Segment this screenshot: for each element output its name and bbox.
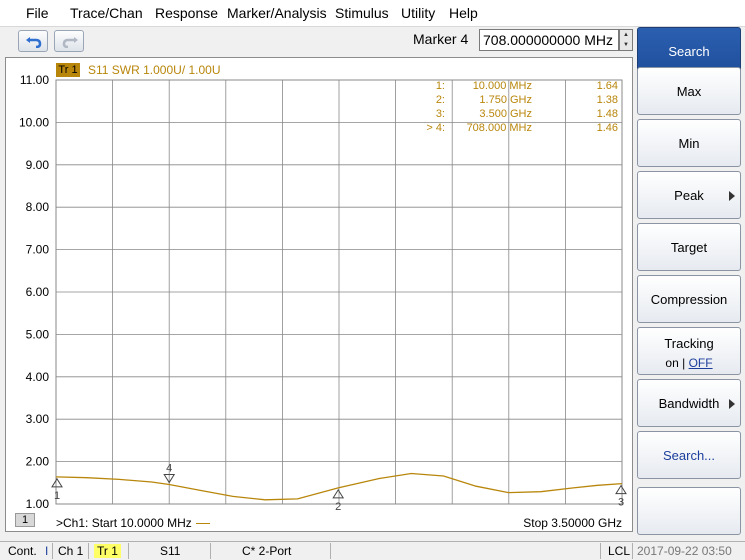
active-marker-label: Marker 4 — [413, 31, 469, 47]
target-softkey-label: Target — [670, 240, 708, 255]
marker-3[interactable]: 3 — [615, 484, 627, 509]
marker-readout-idx: > 4: — [426, 122, 445, 134]
status-channel: Ch 1 — [58, 544, 84, 558]
tracking-off: OFF — [688, 356, 713, 370]
marker-label: 3 — [618, 497, 624, 509]
max-softkey[interactable]: Max — [637, 67, 741, 115]
status-trace: Tr 1 — [94, 544, 121, 558]
y-tick-label: 4.00 — [26, 370, 50, 384]
compression-softkey[interactable]: Compression — [637, 275, 741, 323]
marker-triangle-icon — [615, 484, 627, 495]
start-frequency-text: >Ch1: Start 10.0000 MHz — [56, 516, 192, 530]
marker-1[interactable]: 1 — [51, 477, 63, 502]
max-softkey-label: Max — [676, 84, 702, 99]
min-softkey-label: Min — [678, 136, 700, 151]
bandwidth-softkey-label: Bandwidth — [658, 396, 720, 411]
marker-label: 2 — [335, 501, 341, 513]
status-lcl: LCL — [608, 544, 631, 558]
marker-readout-freq: 1.750 GHz — [479, 94, 532, 106]
bandwidth-softkey[interactable]: Bandwidth — [637, 379, 741, 427]
y-tick-label: 10.00 — [19, 115, 49, 129]
status-cont: Cont. — [8, 544, 37, 558]
empty-softkey[interactable] — [637, 487, 741, 535]
marker-readout-idx: 2: — [435, 94, 445, 106]
marker-label: 4 — [166, 462, 172, 474]
marker-readout-val: 1.64 — [596, 80, 618, 92]
y-tick-label: 9.00 — [26, 158, 50, 172]
search-range-softkey[interactable]: Search... — [637, 431, 741, 479]
undo-button[interactable] — [18, 30, 48, 52]
trace-plot: 11.0010.009.008.007.006.005.004.003.002.… — [19, 73, 627, 513]
marker-readout-idx: 1: — [435, 80, 445, 92]
menu-stimulus[interactable]: Stimulus — [335, 5, 389, 21]
y-tick-label: 1.00 — [26, 497, 50, 511]
status-parameter: S11 — [160, 544, 181, 558]
y-tick-label: 8.00 — [26, 200, 50, 214]
submenu-arrow-icon — [729, 191, 735, 201]
search-range-softkey-label: Search... — [662, 448, 716, 463]
marker-readout-idx: 3: — [435, 108, 445, 120]
trace-legend-line — [195, 523, 210, 525]
y-tick-label: 6.00 — [26, 285, 50, 299]
y-tick-label: 3.00 — [26, 412, 50, 426]
tracking-on: on — [665, 356, 679, 370]
marker-triangle-icon — [332, 488, 345, 499]
spin-up-icon[interactable]: ▲ — [620, 30, 632, 40]
trace-tag[interactable]: Tr 1 — [56, 63, 80, 77]
menu-marker-analysis[interactable]: Marker/Analysis — [227, 5, 327, 21]
toolbar: Marker 4 708.000000000 MHz ▲ ▼ — [0, 27, 634, 56]
menu-utility[interactable]: Utility — [401, 5, 435, 21]
marker-readout-freq: 708.000 MHz — [466, 122, 532, 134]
marker-readout-freq: 10.000 MHz — [472, 80, 532, 92]
menu-bar: File Trace/Chan Response Marker/Analysis… — [0, 0, 745, 27]
menu-response[interactable]: Response — [155, 5, 218, 21]
status-calibration: C* 2-Port — [242, 544, 292, 558]
stop-frequency: Stop 3.50000 GHz — [523, 516, 622, 530]
y-tick-label: 11.00 — [20, 73, 49, 87]
marker-frequency-spinner[interactable]: ▲ ▼ — [619, 29, 633, 51]
min-softkey[interactable]: Min — [637, 119, 741, 167]
peak-softkey[interactable]: Peak — [637, 171, 741, 219]
trace-info: S11 SWR 1.000U/ 1.00U — [88, 63, 221, 77]
marker-readout-val: 1.48 — [596, 108, 618, 120]
marker-label: 1 — [54, 490, 60, 502]
start-frequency: >Ch1: Start 10.0000 MHz — [56, 516, 210, 530]
redo-button[interactable] — [54, 30, 84, 52]
y-tick-label: 5.00 — [26, 327, 50, 341]
marker-2[interactable]: 2 — [332, 488, 345, 513]
softkey-panel: Search Max Min Peak Target Compression T… — [635, 27, 745, 541]
channel-number: 1 — [15, 513, 35, 527]
tracking-softkey-label: Tracking — [664, 336, 714, 351]
status-datetime: 2017-09-22 03:50 — [637, 544, 732, 558]
redo-icon — [62, 37, 78, 48]
menu-trace-chan[interactable]: Trace/Chan — [70, 5, 143, 21]
marker-readout-freq: 3.500 GHz — [479, 108, 532, 120]
spin-down-icon[interactable]: ▼ — [620, 40, 632, 50]
menu-file[interactable]: File — [26, 5, 49, 21]
tracking-separator: | — [678, 356, 689, 370]
trace-display[interactable]: 11.00 10.00 9.00 8.00 7.00 6.00 5.00 4.00 3.00 2.… — [5, 57, 633, 532]
search-softkey-label: Search — [668, 44, 710, 59]
submenu-arrow-icon — [729, 399, 735, 409]
status-cont-mark: I — [45, 544, 49, 558]
marker-triangle-icon — [51, 477, 63, 488]
compression-softkey-label: Compression — [650, 292, 728, 307]
peak-softkey-label: Peak — [674, 188, 704, 203]
marker-readout-val: 1.38 — [596, 94, 618, 106]
marker-readout-val: 1.46 — [596, 122, 618, 134]
target-softkey[interactable]: Target — [637, 223, 741, 271]
y-tick-label: 7.00 — [26, 243, 50, 257]
tracking-state: on | OFF — [638, 356, 740, 370]
marker-frequency-input[interactable]: 708.000000000 MHz — [479, 29, 619, 51]
menu-help[interactable]: Help — [449, 5, 478, 21]
undo-icon — [26, 37, 42, 48]
status-bar: Cont. I Ch 1 Tr 1 S11 C* 2-Port LCL 2017… — [0, 541, 745, 560]
y-tick-label: 2.00 — [26, 455, 50, 469]
tracking-softkey[interactable]: Tracking on | OFF — [637, 327, 741, 375]
